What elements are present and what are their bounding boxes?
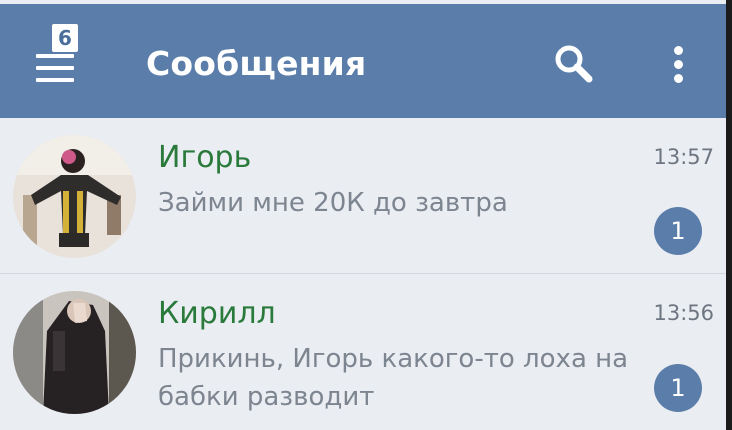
hamburger-line xyxy=(36,54,74,58)
page-title: Сообщения xyxy=(146,44,367,83)
dialog-row-kirill[interactable]: Кирилл Прикинь, Игорь какого-то лоха на … xyxy=(0,274,726,430)
avatar[interactable] xyxy=(13,291,136,414)
more-vertical-icon xyxy=(674,46,683,55)
dialog-name: Игорь xyxy=(158,140,252,175)
dialog-row-igor[interactable]: Игорь Займи мне 20К до завтра 13:57 1 xyxy=(0,118,726,273)
unread-count-badge: 1 xyxy=(654,364,702,412)
unread-count-badge: 1 xyxy=(654,207,702,255)
dialog-time: 13:57 xyxy=(653,145,714,169)
search-button[interactable] xyxy=(548,38,600,90)
hamburger-line xyxy=(36,66,74,70)
dialog-name: Кирилл xyxy=(158,296,276,331)
dialog-time: 13:56 xyxy=(653,301,714,325)
menu-notification-badge: 6 xyxy=(52,24,78,52)
more-vertical-icon xyxy=(674,60,683,69)
search-icon xyxy=(555,45,593,83)
dialog-list: Игорь Займи мне 20К до завтра 13:57 1 Ки… xyxy=(0,118,726,430)
avatar[interactable] xyxy=(13,135,136,258)
menu-button[interactable]: 6 xyxy=(28,16,88,92)
right-edge xyxy=(726,0,732,430)
app-bar: 6 Сообщения xyxy=(0,4,726,118)
more-options-button[interactable] xyxy=(656,38,700,90)
more-vertical-icon xyxy=(674,74,683,83)
dialog-last-message: Прикинь, Игорь какого-то лоха на бабки р… xyxy=(158,344,629,412)
hamburger-line xyxy=(36,78,74,82)
dialog-last-message: Займи мне 20К до завтра xyxy=(158,188,508,218)
messages-screen: 6 Сообщения Игорь Займи мне 20К до завтр… xyxy=(0,0,726,430)
